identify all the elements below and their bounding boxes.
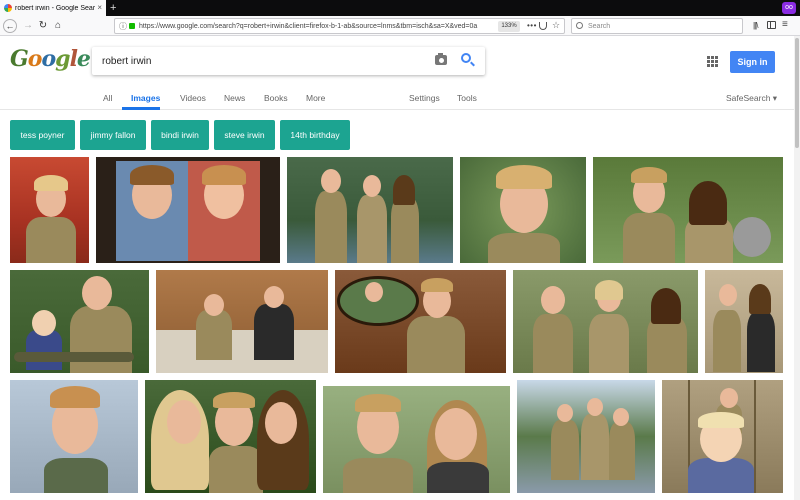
settings-link[interactable]: Settings <box>409 92 440 104</box>
image-siblings-standing[interactable] <box>705 270 783 373</box>
private-mask-icon[interactable]: oo <box>782 2 796 14</box>
hamburger-menu-icon[interactable]: ≡ <box>782 18 788 32</box>
scrollbar-thumb[interactable] <box>795 38 799 148</box>
lock-icon <box>129 23 135 29</box>
image-smiling-portrait[interactable] <box>460 157 586 263</box>
image-siblings-closeup[interactable] <box>323 386 510 493</box>
chip-bindi-irwin[interactable]: bindi irwin <box>151 120 209 150</box>
image-father-son-split[interactable] <box>335 270 506 373</box>
back-arrow-icon[interactable]: ← <box>3 19 17 33</box>
active-tab-underline <box>122 107 160 110</box>
google-favicon-icon <box>4 4 12 12</box>
image-red-carpet-boy[interactable] <box>10 157 89 263</box>
image-boy-with-lizard[interactable] <box>10 380 138 493</box>
bookmark-star-icon[interactable]: ☆ <box>552 20 560 31</box>
safesearch-dropdown[interactable]: SafeSearch ▾ <box>726 92 777 104</box>
search-type-tabs: All Images Videos News Books More Settin… <box>0 86 800 110</box>
tab-images[interactable]: Images <box>131 92 160 104</box>
image-snake-and-koala[interactable] <box>593 157 783 263</box>
new-tab-icon[interactable]: + <box>110 1 116 15</box>
sign-in-button[interactable]: Sign in <box>730 51 775 73</box>
image-childhood-comparison[interactable] <box>96 157 280 263</box>
image-jimmy-fallon-show[interactable] <box>156 270 328 373</box>
tab-all[interactable]: All <box>103 92 112 104</box>
google-doodle-logo[interactable]: Google <box>10 46 91 72</box>
image-trio-outdoors[interactable] <box>517 380 655 493</box>
apps-grid-icon[interactable] <box>707 56 718 67</box>
chip-jimmy-fallon[interactable]: jimmy fallon <box>80 120 146 150</box>
browser-navigation-bar: ← → ↻ ⌂ ⓘ https://www.google.com/search?… <box>0 16 800 36</box>
page-actions-icon[interactable]: ••• <box>527 20 537 31</box>
address-url[interactable]: https://www.google.com/search?q=robert+i… <box>139 21 495 32</box>
library-icon[interactable]: |||\ <box>753 20 759 31</box>
browser-tab-google[interactable]: robert irwin - Google Search × <box>0 0 106 16</box>
search-button-icon[interactable] <box>461 53 471 63</box>
chip-steve-irwin[interactable]: steve irwin <box>214 120 275 150</box>
browser-tab-strip: robert irwin - Google Search × + oo <box>0 0 800 16</box>
search-icon <box>576 22 583 29</box>
chip-14th-birthday[interactable]: 14th birthday <box>280 120 350 150</box>
tab-news[interactable]: News <box>224 92 245 104</box>
address-bar[interactable]: ⓘ https://www.google.com/search?q=robert… <box>114 18 565 34</box>
site-info-icon[interactable]: ⓘ <box>119 21 127 32</box>
tab-books[interactable]: Books <box>264 92 288 104</box>
search-input[interactable] <box>102 53 422 69</box>
google-search-box <box>92 47 485 75</box>
tab-videos[interactable]: Videos <box>180 92 206 104</box>
browser-tab-title: robert irwin - Google Search <box>15 4 95 12</box>
forward-arrow-icon[interactable]: → <box>21 19 35 33</box>
image-mother-daughter-kiss[interactable] <box>145 380 316 493</box>
close-tab-icon[interactable]: × <box>97 3 102 13</box>
reload-icon[interactable]: ↻ <box>36 19 50 33</box>
image-family-crocodile[interactable] <box>10 270 149 373</box>
tools-link[interactable]: Tools <box>457 92 477 104</box>
tab-more[interactable]: More <box>306 92 325 104</box>
camera-icon[interactable] <box>435 53 447 65</box>
browser-search-placeholder: Search <box>588 23 611 30</box>
image-group-with-animals[interactable] <box>513 270 698 373</box>
pocket-icon[interactable] <box>539 22 547 30</box>
zoom-level-badge[interactable]: 133% <box>498 21 520 32</box>
page-scrollbar[interactable] <box>794 36 800 500</box>
home-icon[interactable]: ⌂ <box>51 19 65 33</box>
browser-search-box[interactable]: Search <box>571 18 743 34</box>
image-family-riverside[interactable] <box>287 157 453 263</box>
image-toddler-swing[interactable] <box>662 380 783 493</box>
sidebar-toggle-icon[interactable] <box>767 21 776 29</box>
chip-tess-poyner[interactable]: tess poyner <box>10 120 75 150</box>
